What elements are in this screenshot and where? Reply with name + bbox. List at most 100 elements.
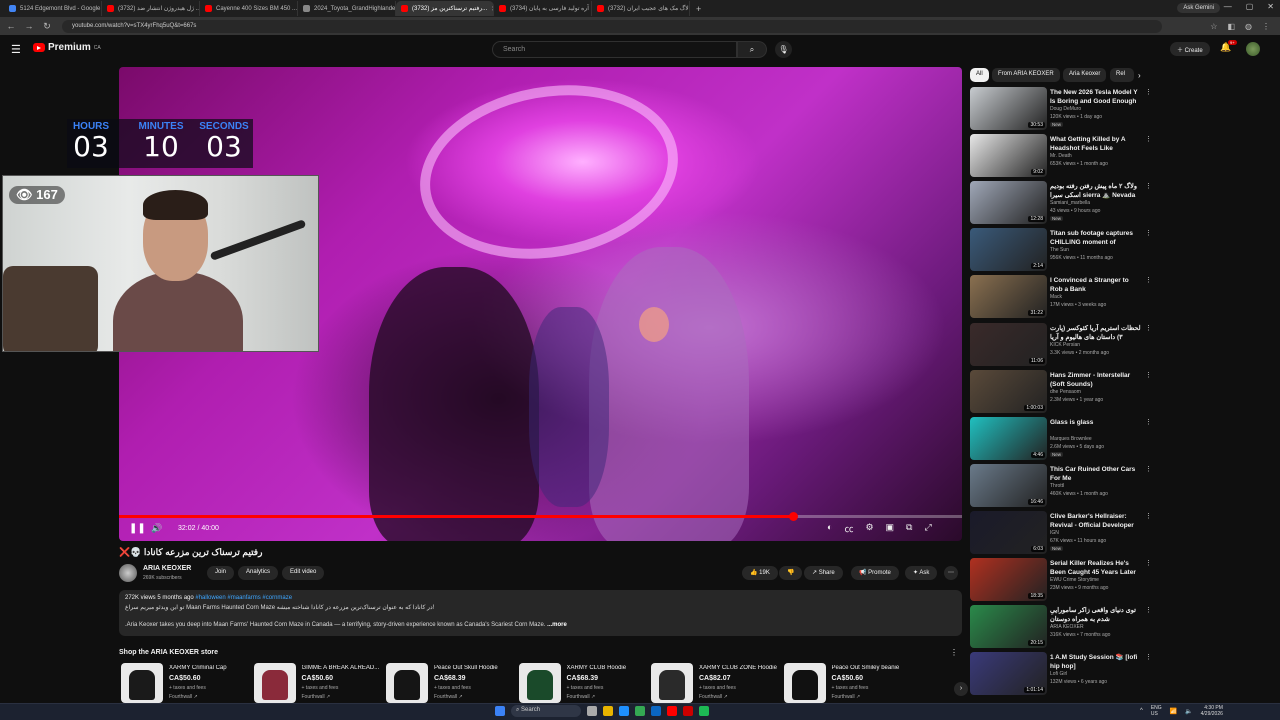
filter-chip[interactable]: From ARIA KEOXER <box>992 68 1060 82</box>
maximize-icon[interactable]: ▢ <box>1246 2 1254 11</box>
recommended-video[interactable]: 1:00:03 Hans Zimmer - Interstellar (Soft… <box>970 369 1152 414</box>
promote-button[interactable]: 📢 Promote <box>851 566 899 580</box>
video-thumbnail[interactable]: 1:00:03 <box>970 369 1047 413</box>
volume-icon[interactable]: 🔊 <box>151 523 162 534</box>
video-menu-icon[interactable]: ⋮ <box>1145 88 1152 96</box>
settings-gear-icon[interactable]: ⚙ <box>865 522 873 535</box>
language-indicator[interactable]: ENG US <box>1151 705 1162 717</box>
store-product[interactable]: XARMY Criminal Cap CA$50.60 + taxes and … <box>121 663 251 703</box>
extensions-icon[interactable]: ◧ <box>1227 22 1235 31</box>
video-thumbnail[interactable]: 20:15 <box>970 605 1047 649</box>
video-menu-icon[interactable]: ⋮ <box>1145 512 1152 520</box>
store-menu-icon[interactable]: ⋮ <box>950 648 958 657</box>
video-menu-icon[interactable]: ⋮ <box>1145 182 1152 190</box>
video-thumbnail[interactable]: 30:53 <box>970 87 1047 130</box>
edit-video-button[interactable]: Edit video <box>282 566 325 580</box>
video-menu-icon[interactable]: ⋮ <box>1145 229 1152 237</box>
recommended-video[interactable]: 16:46 This Car Ruined Other Cars For Me … <box>970 463 1152 508</box>
miniplayer-icon[interactable]: ▣ <box>886 522 895 535</box>
video-menu-icon[interactable]: ⋮ <box>1145 276 1152 284</box>
recommended-video[interactable]: 4:46 Glass is glass Marques Brownlee 2.6… <box>970 416 1152 461</box>
ask-gemini-button[interactable]: Ask Gemini <box>1177 3 1220 13</box>
analytics-button[interactable]: Analytics <box>238 566 279 580</box>
dislike-icon[interactable]: 👎 <box>779 566 803 580</box>
kebab-menu-icon[interactable]: ⋮ <box>1262 22 1270 31</box>
task-view-icon[interactable] <box>587 706 597 716</box>
filter-chip[interactable]: All <box>970 68 989 82</box>
close-window-icon[interactable]: ✕ <box>1267 2 1274 11</box>
video-menu-icon[interactable]: ⋮ <box>1145 559 1152 567</box>
cast-icon[interactable]: ⧉ <box>906 522 912 535</box>
store-product[interactable]: GIMME A BREAK ALREAD... CA$50.60 + taxes… <box>253 663 384 703</box>
hashtags[interactable]: #halloween #maanfarms #cornmaze <box>195 595 292 601</box>
browser-tab[interactable]: (3732) لاگ مک های عجیب ایران ...✕ <box>592 1 690 16</box>
microphone-icon[interactable]: 🎙 <box>775 41 792 58</box>
video-menu-icon[interactable]: ⋮ <box>1145 465 1152 473</box>
recommended-video[interactable]: 1:01:14 1 A.M Study Session 📚 [lofi hip … <box>970 652 1152 696</box>
outlook-icon[interactable] <box>651 706 661 716</box>
video-thumbnail[interactable]: 12:28 <box>970 181 1047 225</box>
channel-name[interactable]: ARIA KEOXER <box>143 565 191 572</box>
file-explorer-icon[interactable] <box>603 706 613 716</box>
store-product[interactable]: XARMY CLUB Hoodie CA$68.39 + taxes and f… <box>518 663 649 703</box>
edge-icon[interactable] <box>619 706 629 716</box>
youtube-app-icon[interactable] <box>667 706 677 716</box>
chrome-icon[interactable] <box>635 706 645 716</box>
video-menu-icon[interactable]: ⋮ <box>1145 324 1152 332</box>
captions-icon[interactable]: ㏄ <box>844 522 853 535</box>
chips-next-arrow-icon[interactable]: › <box>1138 71 1141 80</box>
share-button[interactable]: ↗ Share <box>804 566 843 580</box>
browser-tab[interactable]: Cayenne 400 Sizes BM 450 ...✕ <box>200 1 298 16</box>
star-icon[interactable]: ☆ <box>1210 22 1217 31</box>
recommended-video[interactable]: 20:15 توی دنیای واقعی زاکر ساموراییِ شدم… <box>970 605 1152 649</box>
video-menu-icon[interactable]: ⋮ <box>1145 371 1152 379</box>
tray-chevron-icon[interactable]: ^ <box>1140 708 1143 714</box>
like-button[interactable]: 👍 19K <box>742 566 778 580</box>
pause-icon[interactable]: ❚❚ <box>129 523 146 534</box>
url-field[interactable]: youtube.com/watch?v=sTX4yrFhq5uQ&t=667s <box>62 19 1162 33</box>
new-tab-icon[interactable]: + <box>696 4 701 14</box>
recommended-video[interactable]: 11:06 لحظات استریم آریا کئوکسر (پارت ۳) … <box>970 322 1152 367</box>
recommended-video[interactable]: 2:14 Titan sub footage captures CHILLING… <box>970 228 1152 272</box>
youtube-logo[interactable]: Premium CA <box>33 42 101 53</box>
account-avatar[interactable] <box>1246 42 1260 56</box>
back-icon[interactable]: ← <box>4 21 18 31</box>
channel-avatar[interactable] <box>119 564 137 582</box>
recommended-video[interactable]: 9:02 What Getting Killed by A Headshot F… <box>970 134 1152 178</box>
browser-tab[interactable]: (3734) آره تولید فارسی به پایان✕ <box>494 1 592 16</box>
video-thumbnail[interactable]: 16:46 <box>970 463 1047 507</box>
video-thumbnail[interactable]: 11:06 <box>970 322 1047 366</box>
video-menu-icon[interactable]: ⋮ <box>1145 653 1152 661</box>
video-thumbnail[interactable]: 31:22 <box>970 275 1047 319</box>
spotify-icon[interactable] <box>699 706 709 716</box>
video-thumbnail[interactable]: 4:46 <box>970 416 1047 460</box>
create-button[interactable]: ＋ Create <box>1170 42 1210 56</box>
store-next-arrow-icon[interactable]: › <box>954 682 968 696</box>
clock[interactable]: 4:30 PM 4/29/2026 <box>1201 705 1223 717</box>
app-icon[interactable] <box>683 706 693 716</box>
profile-icon[interactable]: ◍ <box>1245 22 1252 31</box>
recommended-video[interactable]: 12:28 ولاگ ۲ ماه پیش رفتن رفته بودیم اسک… <box>970 181 1152 225</box>
video-menu-icon[interactable]: ⋮ <box>1145 418 1152 426</box>
video-thumbnail[interactable]: 9:02 <box>970 134 1047 178</box>
filter-chip[interactable]: Aria Keoxer <box>1063 68 1107 82</box>
browser-tab[interactable]: (3732) رفتیم ترسناکترین مز...✕ <box>396 1 494 16</box>
wifi-icon[interactable]: 📶 <box>1170 708 1177 715</box>
search-input[interactable]: Search <box>492 41 737 58</box>
autoplay-toggle-icon[interactable]: ◐ <box>827 522 832 535</box>
ask-button[interactable]: ✦ Ask <box>905 566 938 580</box>
windows-start-icon[interactable] <box>495 706 505 716</box>
show-more-link[interactable]: ...more <box>547 622 567 628</box>
forward-icon[interactable]: → <box>22 21 36 31</box>
recommended-video[interactable]: 18:35 Serial Killer Realizes He's Been C… <box>970 558 1152 602</box>
more-actions-icon[interactable]: ⋯ <box>944 566 958 580</box>
join-button[interactable]: Join <box>207 566 235 580</box>
minimize-icon[interactable]: — <box>1224 2 1232 11</box>
speaker-icon[interactable]: 🔈 <box>1185 708 1192 715</box>
store-product[interactable]: Peace Out Smiley beanie CA$50.60 + taxes… <box>783 663 914 703</box>
store-product[interactable]: Peace Out Skull Hoodie CA$68.39 + taxes … <box>386 663 516 703</box>
recommended-video[interactable]: 30:53 The New 2026 Tesla Model Y Is Bori… <box>970 87 1152 131</box>
browser-tab[interactable]: 2024_Toyota_GrandHighlander✕ <box>298 1 396 16</box>
search-icon[interactable]: ⌕ <box>737 41 767 58</box>
recommended-video[interactable]: 6:03 Clive Barker's Hellraiser: Revival … <box>970 510 1152 555</box>
